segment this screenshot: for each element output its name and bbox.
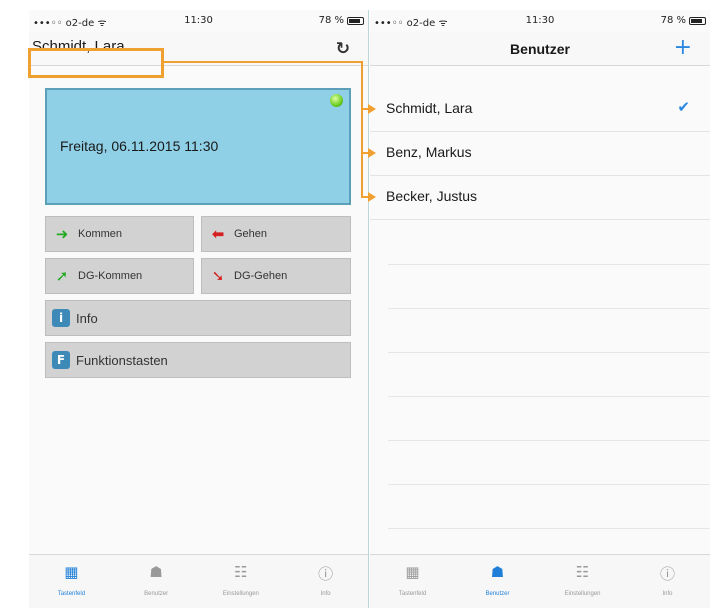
checkmark-icon: ✔ (677, 98, 690, 116)
online-status-icon (330, 94, 343, 107)
info-circle-icon: ⓘ (659, 565, 675, 583)
user-name: Becker, Justus (386, 188, 478, 204)
keypad-icon: ▦ (405, 563, 420, 581)
settings-icon: ☷ (234, 563, 248, 581)
tab-einstellungen[interactable]: ☷ Einstellungen (540, 555, 625, 608)
info-icon: i (52, 309, 70, 327)
arrow-right-green-icon: ➜ (55, 225, 69, 243)
dg-kommen-label: DG-Kommen (78, 270, 143, 282)
tab-label: Info (662, 591, 673, 597)
tab-einstellungen[interactable]: ☷ Einstellungen (199, 555, 284, 608)
users-icon: ☗ (490, 563, 505, 581)
refresh-icon[interactable]: ↻ (336, 39, 350, 59)
arrow-right-icon (368, 192, 376, 202)
dg-kommen-button[interactable]: ➚ DG-Kommen (45, 258, 194, 294)
page-title: Benutzer (510, 41, 570, 57)
info-button[interactable]: i Info (45, 300, 351, 336)
current-date-time: Freitag, 06.11.2015 11:30 (60, 138, 219, 154)
status-bar: •••◦◦ o2-de ᯤ 11:30 78 % (370, 10, 710, 32)
battery-percent: 78 % (660, 15, 686, 26)
add-user-icon[interactable]: + (674, 35, 692, 60)
tab-benutzer[interactable]: ☗ Benutzer (455, 555, 540, 608)
list-divider (388, 484, 710, 485)
tab-label: Einstellungen (222, 591, 259, 597)
settings-icon: ☷ (575, 563, 590, 581)
list-divider (388, 352, 710, 353)
kommen-button[interactable]: ➜ Kommen (45, 216, 194, 252)
tab-benutzer[interactable]: ☗ Benutzer (114, 555, 199, 608)
tab-label: Info (320, 591, 331, 597)
tab-info[interactable]: ⓘ Info (625, 555, 710, 608)
tab-label: Benutzer (485, 591, 510, 597)
info-circle-icon: ⓘ (318, 565, 334, 583)
arrow-right-icon (368, 104, 376, 114)
left-phone-screen: •••◦◦ o2-de ᯤ 11:30 78 % Schmidt, Lara ↻… (29, 10, 369, 608)
gehen-label: Gehen (234, 228, 268, 240)
gehen-button[interactable]: ⬅ Gehen (201, 216, 351, 252)
list-divider (388, 308, 710, 309)
connector-line (361, 61, 363, 198)
tab-bar: ▦ Tastenfeld ☗ Benutzer ☷ Einstellungen … (29, 554, 368, 608)
title-highlight-box (28, 48, 164, 78)
battery-icon (689, 16, 706, 25)
users-icon: ☗ (149, 563, 163, 581)
info-label: Info (76, 310, 98, 326)
tab-tastenfeld[interactable]: ▦ Tastenfeld (29, 555, 114, 608)
list-divider (388, 528, 710, 529)
nav-bar: Benutzer + (370, 32, 710, 66)
user-row[interactable]: Becker, Justus (370, 176, 710, 220)
user-row[interactable]: Schmidt, Lara ✔ (370, 88, 710, 132)
status-bar: •••◦◦ o2-de ᯤ 11:30 78 % (29, 10, 368, 32)
user-name: Schmidt, Lara (386, 100, 473, 116)
arrow-left-red-icon: ⬅ (211, 225, 225, 243)
list-divider (388, 264, 710, 265)
status-time: 11:30 (525, 15, 555, 26)
battery-indicator: 78 % (319, 15, 364, 26)
funktionstasten-button[interactable]: F Funktionstasten (45, 342, 351, 378)
tab-info[interactable]: ⓘ Info (283, 555, 368, 608)
tab-label: Einstellungen (564, 591, 601, 597)
arrow-right-icon (368, 148, 376, 158)
kommen-label: Kommen (78, 228, 123, 240)
tab-label: Tastenfeld (57, 591, 86, 597)
battery-icon (347, 16, 364, 25)
status-time: 11:30 (184, 15, 213, 26)
dg-kommen-icon: ➚ (55, 267, 69, 285)
keypad-icon: ▦ (64, 563, 79, 581)
dg-gehen-button[interactable]: ➘ DG-Gehen (201, 258, 351, 294)
user-row[interactable]: Benz, Markus (370, 132, 710, 176)
funktionstasten-label: Funktionstasten (76, 352, 168, 368)
tab-label: Benutzer (144, 591, 169, 597)
tab-label: Tastenfeld (398, 591, 427, 597)
function-keys-icon: F (52, 351, 70, 369)
booking-status-panel: Freitag, 06.11.2015 11:30 (45, 88, 351, 205)
right-phone-screen: •••◦◦ o2-de ᯤ 11:30 78 % Benutzer + Schm… (370, 10, 710, 608)
connector-line (164, 61, 363, 63)
user-name: Benz, Markus (386, 144, 472, 160)
list-divider (388, 440, 710, 441)
dg-gehen-label: DG-Gehen (234, 270, 288, 282)
battery-indicator: 78 % (661, 15, 706, 26)
tab-tastenfeld[interactable]: ▦ Tastenfeld (370, 555, 455, 608)
list-divider (388, 396, 710, 397)
dg-gehen-icon: ➘ (211, 267, 225, 285)
tab-bar: ▦ Tastenfeld ☗ Benutzer ☷ Einstellungen … (370, 554, 710, 608)
battery-percent: 78 % (318, 15, 344, 26)
